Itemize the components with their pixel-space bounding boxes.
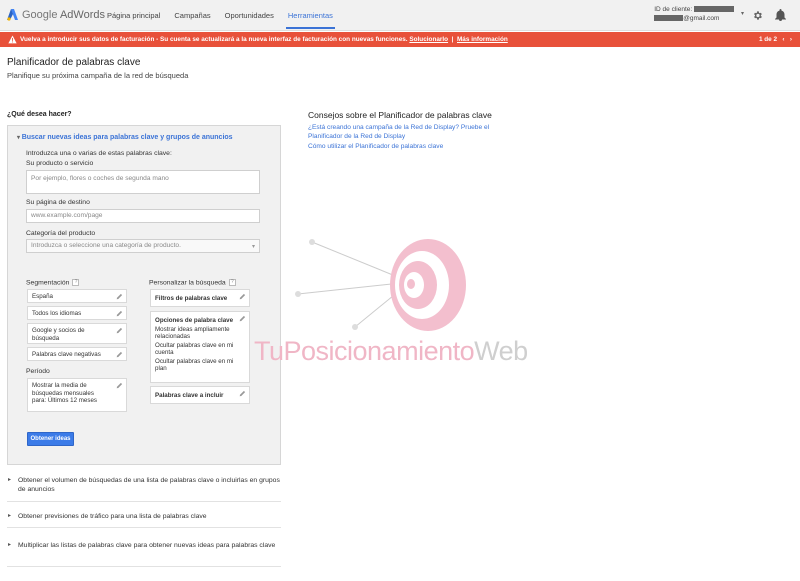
client-id-redacted xyxy=(694,6,734,13)
keyword-options[interactable]: Opciones de palabra clave Mostrar ideas … xyxy=(150,311,250,383)
option-multiply-lists-label: Multiplicar las listas de palabras clave… xyxy=(18,542,276,549)
chevron-left-icon[interactable]: ‹ xyxy=(782,36,784,43)
billing-alert-banner: Vuelva a introducir sus datos de factura… xyxy=(0,32,800,47)
keyword-filters[interactable]: Filtros de palabras clave xyxy=(150,289,250,307)
adwords-logo-icon xyxy=(7,8,19,21)
landing-page-label: Su página de destino xyxy=(26,199,90,206)
search-ideas-toggle[interactable]: ▾ Buscar nuevas ideas para palabras clav… xyxy=(17,134,233,141)
adwords-logo[interactable]: Google AdWords xyxy=(7,8,105,21)
email-suffix: @gmail.com xyxy=(683,15,720,22)
targeting-location[interactable]: España xyxy=(27,289,127,303)
search-ideas-heading: Buscar nuevas ideas para palabras clave … xyxy=(21,134,233,141)
nav-home[interactable]: Página principal xyxy=(107,11,160,20)
chevron-down-icon: ▾ xyxy=(251,244,255,250)
customize-label: Personalizar la búsqueda? xyxy=(149,279,236,286)
display-planner-link[interactable]: ¿Está creando una campaña de la Red de D… xyxy=(308,124,508,141)
page-title: Planificador de palabras clave xyxy=(7,57,141,68)
chevron-right-icon[interactable]: › xyxy=(790,36,792,43)
targeting-network[interactable]: Google y socios de búsqueda xyxy=(27,323,127,344)
bell-icon[interactable] xyxy=(775,9,786,21)
get-ideas-button[interactable]: Obtener ideas xyxy=(27,432,74,446)
targeting-label: Segmentación? xyxy=(26,279,80,287)
search-ideas-panel: ▾ Buscar nuevas ideas para palabras clav… xyxy=(7,125,281,465)
alert-message: Vuelva a introducir sus datos de factura… xyxy=(20,36,408,43)
account-info[interactable]: ID de cliente: @gmail.com xyxy=(654,5,734,23)
gear-icon[interactable] xyxy=(752,10,763,21)
question-heading: ¿Qué desea hacer? xyxy=(7,111,72,118)
category-placeholder: Introduzca o seleccione una categoría de… xyxy=(31,242,181,249)
page-subtitle: Planifique su próxima campaña de la red … xyxy=(7,71,189,80)
category-label: Categoría del producto xyxy=(26,230,96,237)
alert-separator: | xyxy=(451,36,454,43)
account-dropdown-icon[interactable]: ▾ xyxy=(741,10,744,17)
keyword-option-broad: Mostrar ideas ampliamente relacionadas xyxy=(155,325,230,341)
product-input[interactable]: Por ejemplo, flores o coches de segunda … xyxy=(26,170,260,194)
keywords-to-include[interactable]: Palabras clave a incluir xyxy=(150,386,250,404)
nav-opportunities[interactable]: Oportunidades xyxy=(225,11,274,20)
category-select[interactable]: Introduzca o seleccione una categoría de… xyxy=(26,239,260,253)
targeting-language-value: Todos los idiomas xyxy=(32,310,82,317)
option-traffic-forecast-label: Obtener previsiones de tráfico para una … xyxy=(18,513,207,520)
targeting-label-text: Segmentación xyxy=(26,279,70,287)
brand-product: AdWords xyxy=(59,8,105,21)
brand-google: Google xyxy=(22,8,58,21)
keyword-option-hide-plan: Ocultar palabras clave en mi plan xyxy=(155,357,234,373)
tips-title: Consejos sobre el Planificador de palabr… xyxy=(308,110,492,120)
pencil-icon xyxy=(116,310,123,317)
help-icon[interactable]: ? xyxy=(72,279,80,286)
how-to-use-link[interactable]: Cómo utilizar el Planificador de palabra… xyxy=(308,143,443,152)
nav-tools[interactable]: Herramientas xyxy=(285,11,335,29)
top-navigation-bar: Google AdWords Página principal Campañas… xyxy=(0,0,800,31)
warning-icon xyxy=(8,35,17,44)
period-value: Mostrar la media de búsquedas mensuales … xyxy=(32,382,97,404)
pencil-icon xyxy=(116,382,123,389)
option-multiply-lists[interactable]: ▸ Multiplicar las listas de palabras clav… xyxy=(7,541,281,567)
help-icon[interactable]: ? xyxy=(228,279,236,286)
period-selector[interactable]: Mostrar la media de búsquedas mensuales … xyxy=(27,378,127,412)
targeting-language[interactable]: Todos los idiomas xyxy=(27,306,127,320)
option-search-volume-label: Obtener el volumen de búsquedas de una l… xyxy=(18,477,280,493)
triangle-right-icon: ▸ xyxy=(8,513,12,519)
alert-pager: 1 de 2 ‹ › xyxy=(759,36,792,43)
targeting-location-value: España xyxy=(32,293,53,300)
more-info-link[interactable]: Más información xyxy=(457,36,508,43)
targeting-negative-keywords[interactable]: Palabras clave negativas xyxy=(27,347,127,361)
pencil-icon xyxy=(116,351,123,358)
option-traffic-forecast[interactable]: ▸ Obtener previsiones de tráfico para una… xyxy=(7,512,281,528)
keyword-option-hide-account: Ocultar palabras clave en mi cuenta xyxy=(155,341,234,357)
pencil-icon xyxy=(239,390,246,397)
targeting-network-value: Google y socios de búsqueda xyxy=(32,327,85,342)
keyword-options-title: Opciones de palabra clave xyxy=(155,317,234,324)
triangle-right-icon: ▸ xyxy=(8,542,12,548)
customize-label-text: Personalizar la búsqueda xyxy=(149,279,226,287)
keywords-to-include-label: Palabras clave a incluir xyxy=(155,392,224,399)
email-redacted xyxy=(654,15,684,22)
fix-link[interactable]: Solucionarlo xyxy=(409,36,448,43)
watermark-part2: Web xyxy=(474,336,528,366)
period-label: Período xyxy=(26,368,50,375)
pencil-icon xyxy=(239,315,246,322)
pencil-icon xyxy=(116,293,123,300)
pencil-icon xyxy=(116,327,123,334)
landing-page-input[interactable]: www.example.com/page xyxy=(26,209,260,223)
product-label: Su producto o servicio xyxy=(26,160,94,167)
client-id-label: ID de cliente: xyxy=(654,6,693,13)
main-nav: Página principal Campañas Oportunidades … xyxy=(107,11,347,29)
targeting-negative-keywords-value: Palabras clave negativas xyxy=(32,351,101,358)
watermark-part1: TuPosicionamiento xyxy=(254,336,475,366)
nav-campaigns[interactable]: Campañas xyxy=(174,11,210,20)
triangle-right-icon: ▸ xyxy=(8,477,12,483)
option-search-volume[interactable]: ▸ Obtener el volumen de búsquedas de una … xyxy=(7,476,281,502)
intro-label: Introduzca una o varias de estas palabra… xyxy=(26,150,172,157)
pencil-icon xyxy=(239,293,246,300)
keyword-filters-label: Filtros de palabras clave xyxy=(155,295,228,302)
watermark-text: TuPosicionamientoWeb xyxy=(254,336,528,367)
alert-pager-count: 1 de 2 xyxy=(758,36,778,43)
